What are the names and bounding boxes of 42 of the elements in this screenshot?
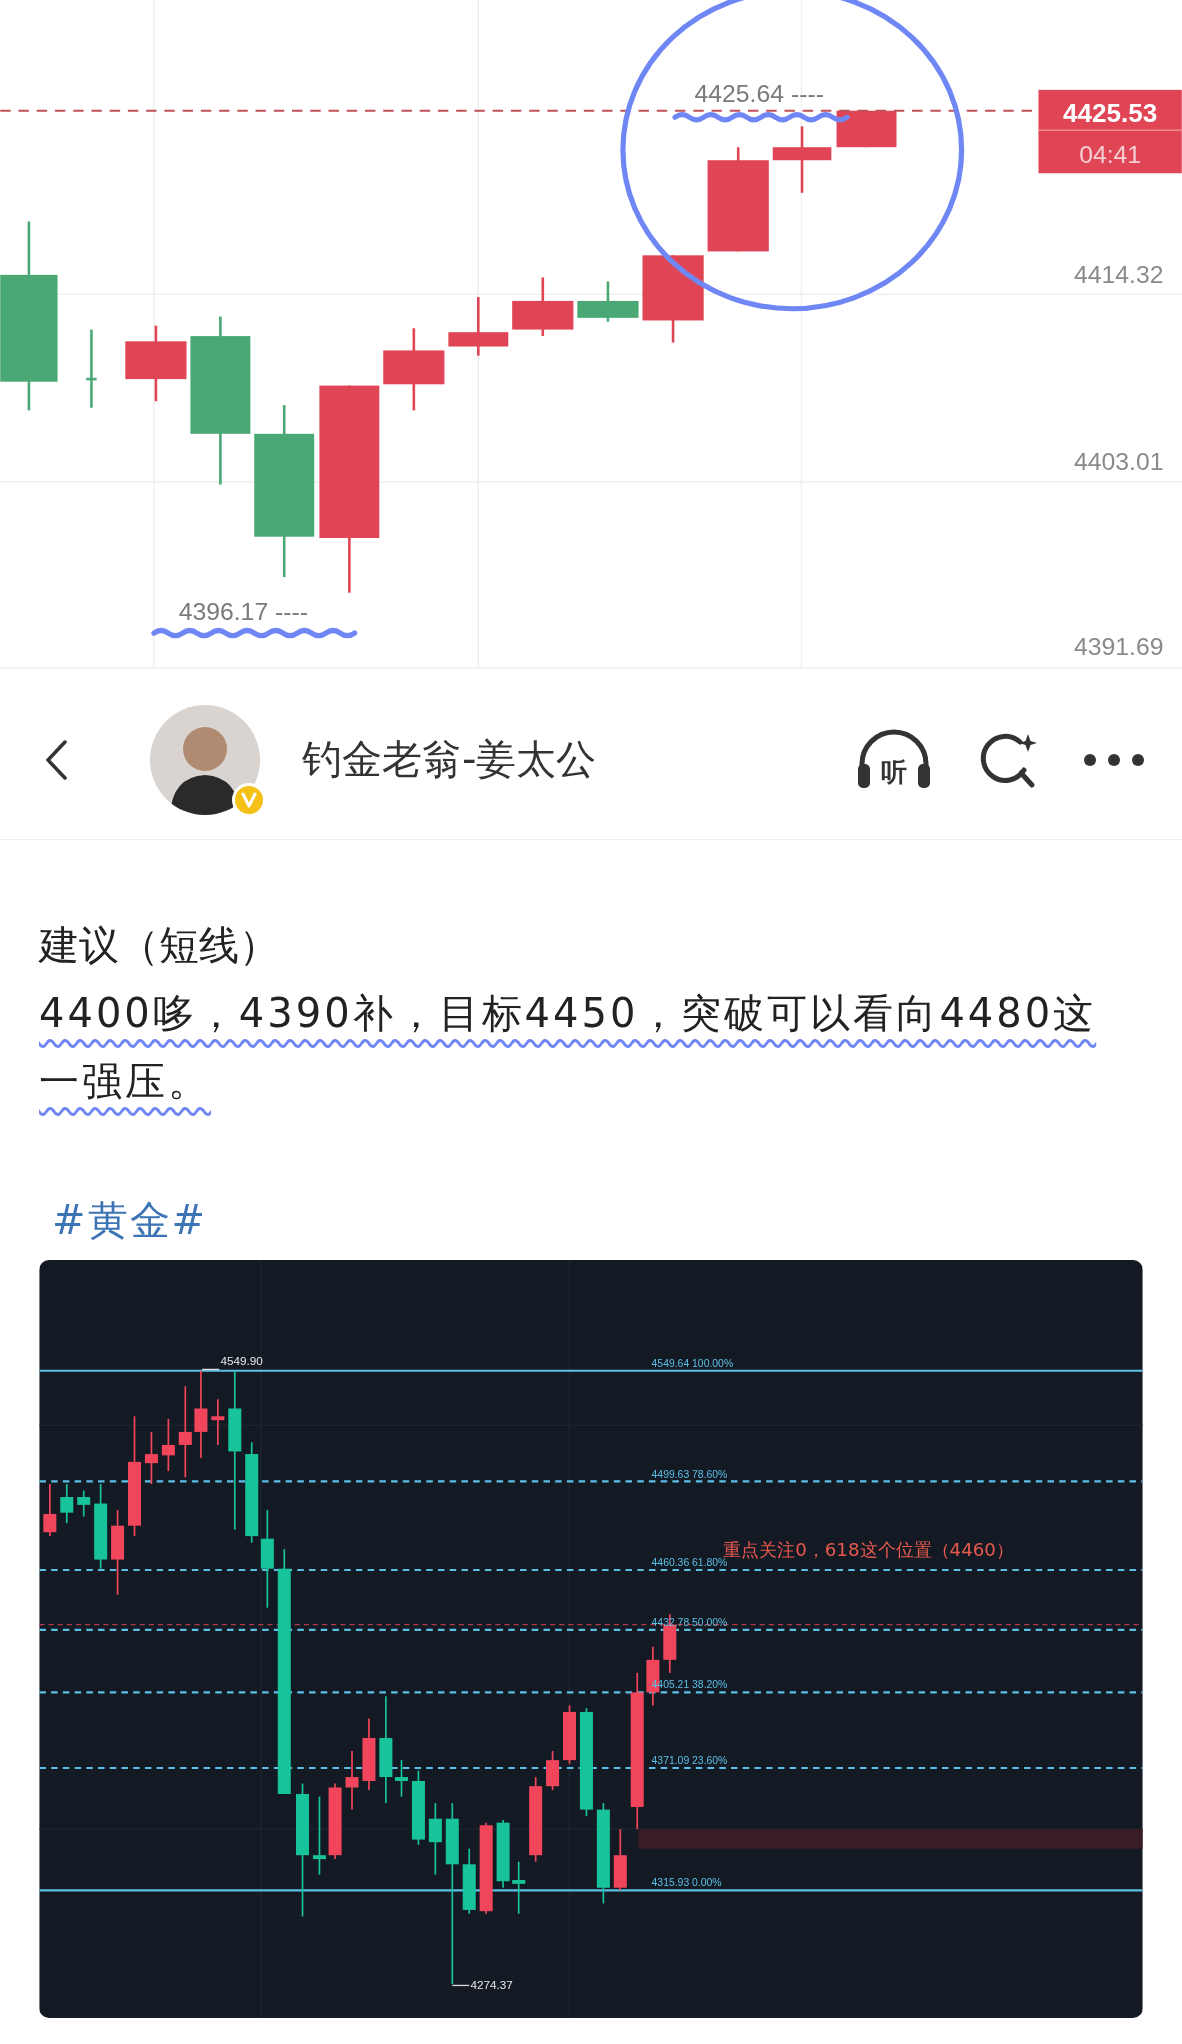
low-marker: 4396.17 ---- xyxy=(178,598,308,626)
candle xyxy=(613,1828,627,1892)
candle xyxy=(563,1704,576,1765)
high-marker: 4425.64 ---- xyxy=(694,79,824,107)
candle xyxy=(448,297,509,356)
listen-button[interactable]: 听 xyxy=(854,727,934,792)
axis-label: 4414.32 xyxy=(1074,260,1164,288)
fibonacci-label: 4549.64 100.00% xyxy=(651,1357,734,1369)
candle xyxy=(77,1489,91,1518)
candle xyxy=(395,1759,408,1798)
candle xyxy=(144,1431,158,1485)
chart-note: 重点关注0，618这个位置（4460） xyxy=(723,1538,1014,1560)
candle xyxy=(577,281,639,322)
candle xyxy=(772,126,832,193)
candle xyxy=(462,1847,476,1915)
candle xyxy=(60,1483,74,1524)
axis-label: 4391.69 xyxy=(1074,633,1164,661)
fibonacci-label: 4371.09 23.60% xyxy=(651,1755,728,1767)
candle xyxy=(836,110,897,148)
fibonacci-label: 4315.93 0.00% xyxy=(651,1877,722,1889)
axis-label: 4403.01 xyxy=(1074,448,1164,476)
hashtag-link[interactable]: #黄金# xyxy=(52,1186,208,1254)
countdown-timer: 04:41 xyxy=(1079,140,1142,168)
post-text: 4400哆，4390补，目标4450，突破可以看向4480这一强压。 xyxy=(39,989,1098,1106)
low-label: 4274.37 xyxy=(470,1978,513,1992)
leader-line xyxy=(201,1368,220,1371)
candle xyxy=(345,1750,359,1811)
candle xyxy=(161,1418,175,1472)
fibonacci-label: 4460.36 61.80% xyxy=(651,1557,728,1569)
author-name[interactable]: 钓金老翁-姜太公 xyxy=(302,732,597,787)
current-price: 4425.53 xyxy=(1063,98,1158,129)
candle xyxy=(211,1398,225,1446)
post-heading: 建议（短线） xyxy=(39,921,280,970)
candle xyxy=(512,277,574,337)
candle xyxy=(512,1860,526,1915)
high-label: 4549.90 xyxy=(220,1354,263,1368)
candle xyxy=(43,1483,57,1537)
leader-line xyxy=(451,1984,470,1987)
back-icon[interactable] xyxy=(45,739,69,780)
fibonacci-label: 4499.63 78.60% xyxy=(651,1468,728,1480)
candle xyxy=(546,1750,560,1791)
more-icon[interactable] xyxy=(1082,751,1146,768)
